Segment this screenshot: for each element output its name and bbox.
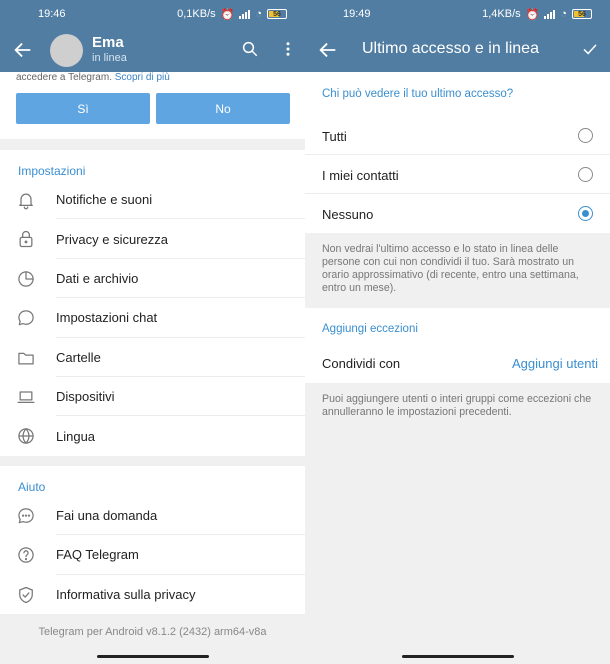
settings-item-notifications[interactable]: Notifiche e suoni: [0, 180, 305, 220]
gesture-bar[interactable]: [97, 655, 209, 658]
status-bar: 19:46 0,1KB/s ⏰ ◔ 56: [0, 0, 305, 28]
chat-dots-icon: [16, 506, 36, 526]
settings-item-devices[interactable]: Dispositivi: [0, 377, 305, 417]
add-users-link[interactable]: Aggiungi utenti: [512, 356, 598, 371]
settings-item-label: Dati e archivio: [56, 270, 139, 286]
settings-item-chat[interactable]: Impostazioni chat: [0, 298, 305, 338]
option-everyone[interactable]: Tutti: [305, 116, 610, 155]
visibility-note: Non vedrai l'ultimo accesso e lo stato i…: [322, 243, 579, 294]
wifi-icon: ◔: [255, 8, 262, 20]
prompt-message: accedere a Telegram.: [16, 72, 112, 83]
gesture-bar[interactable]: [402, 655, 514, 658]
app-version: Telegram per Android v8.1.2 (2432) arm64…: [38, 626, 267, 638]
pie-chart-icon: [16, 269, 36, 289]
profile-app-bar: Ema in linea: [0, 28, 305, 72]
profile-status: in linea: [92, 52, 127, 64]
share-with-label: Condividi con: [322, 356, 401, 371]
signal-icon: [239, 9, 251, 19]
settings-item-data[interactable]: Dati e archivio: [0, 259, 305, 299]
settings-section-title: Impostazioni: [18, 164, 86, 178]
back-arrow-icon[interactable]: [317, 39, 339, 61]
option-label: Nessuno: [322, 207, 374, 222]
alarm-icon: ⏰: [525, 8, 540, 21]
check-icon[interactable]: [581, 40, 599, 58]
exceptions-section: Aggiungi eccezioni Condividi con Aggiung…: [305, 308, 610, 383]
back-arrow-icon[interactable]: [12, 39, 34, 61]
help-section-title: Aiuto: [18, 479, 46, 494]
settings-item-privacy[interactable]: Privacy e sicurezza: [0, 219, 305, 260]
prompt-text: accedere a Telegram. Scopri di più: [16, 72, 170, 84]
help-section: Aiuto Fai una domanda FAQ Telegram Infor…: [0, 465, 305, 614]
network-speed: 0,1KB/s: [177, 8, 216, 20]
radio-nobody[interactable]: [578, 206, 593, 221]
profile-name: Ema: [92, 34, 124, 51]
alarm-icon: ⏰: [220, 8, 235, 21]
settings-item-folders[interactable]: Cartelle: [0, 338, 305, 378]
status-time: 19:49: [343, 8, 371, 20]
exceptions-note: Puoi aggiungere utenti o interi gruppi c…: [322, 393, 592, 418]
last-seen-screen: 19:49 1,4KB/s ⏰ ◔ 56 Ultimo accesso e in…: [305, 0, 610, 664]
help-item-label: Informativa sulla privacy: [56, 586, 196, 602]
bell-icon: [16, 190, 36, 210]
profile-screen: 19:46 0,1KB/s ⏰ ◔ 56 Ema in linea accede…: [0, 0, 305, 664]
more-vert-icon[interactable]: [279, 40, 297, 58]
chat-bubble-icon: [16, 308, 36, 328]
help-item-ask[interactable]: Fai una domanda: [0, 496, 305, 536]
lock-icon: [16, 229, 36, 249]
shield-check-icon: [16, 585, 36, 605]
laptop-icon: [16, 387, 36, 407]
signal-icon: [544, 9, 556, 19]
settings-item-label: Dispositivi: [56, 389, 115, 405]
yes-button[interactable]: Sì: [16, 93, 150, 124]
visibility-section: Chi può vedere il tuo ultimo accesso? Tu…: [305, 72, 610, 233]
settings-item-label: Impostazioni chat: [56, 310, 158, 326]
wifi-icon: ◔: [560, 8, 567, 20]
settings-item-label: Lingua: [56, 428, 96, 444]
confirm-block: accedere a Telegram. Scopri di più Sì No: [0, 72, 305, 139]
folder-icon: [16, 348, 36, 368]
search-icon[interactable]: [241, 40, 259, 58]
settings-item-label: Notifiche e suoni: [56, 192, 153, 208]
option-my-contacts[interactable]: I miei contatti: [305, 155, 610, 194]
battery-icon: 56: [572, 9, 592, 19]
share-with-row[interactable]: Condividi con Aggiungi utenti: [305, 347, 610, 383]
help-item-privacy-policy[interactable]: Informativa sulla privacy: [0, 575, 305, 614]
settings-item-language[interactable]: Lingua: [0, 416, 305, 455]
option-nobody[interactable]: Nessuno: [305, 194, 610, 233]
no-button[interactable]: No: [156, 93, 290, 124]
last-seen-app-bar: Ultimo accesso e in linea: [305, 28, 610, 72]
settings-item-label: Cartelle: [56, 349, 101, 365]
radio-my-contacts[interactable]: [578, 167, 593, 182]
question-circle-icon: [16, 545, 36, 565]
radio-everyone[interactable]: [578, 128, 593, 143]
page-title: Ultimo accesso e in linea: [362, 40, 539, 57]
network-speed: 1,4KB/s: [482, 8, 521, 20]
learn-more-link[interactable]: Scopri di più: [115, 72, 170, 83]
settings-item-label: Privacy e sicurezza: [56, 231, 168, 247]
help-item-label: Fai una domanda: [56, 507, 158, 523]
status-bar: 19:49 1,4KB/s ⏰ ◔ 56: [305, 0, 610, 28]
option-label: Tutti: [322, 129, 347, 144]
option-label: I miei contatti: [322, 168, 399, 183]
exceptions-section-title: Aggiungi eccezioni: [322, 323, 418, 335]
avatar[interactable]: [50, 34, 83, 67]
battery-icon: 56: [267, 9, 287, 19]
help-item-label: FAQ Telegram: [56, 547, 139, 563]
visibility-section-title: Chi può vedere il tuo ultimo accesso?: [322, 88, 514, 100]
help-item-faq[interactable]: FAQ Telegram: [0, 535, 305, 575]
settings-section: Impostazioni Notifiche e suoni Privacy e…: [0, 150, 305, 456]
status-time: 19:46: [38, 8, 66, 20]
globe-icon: [16, 426, 36, 446]
